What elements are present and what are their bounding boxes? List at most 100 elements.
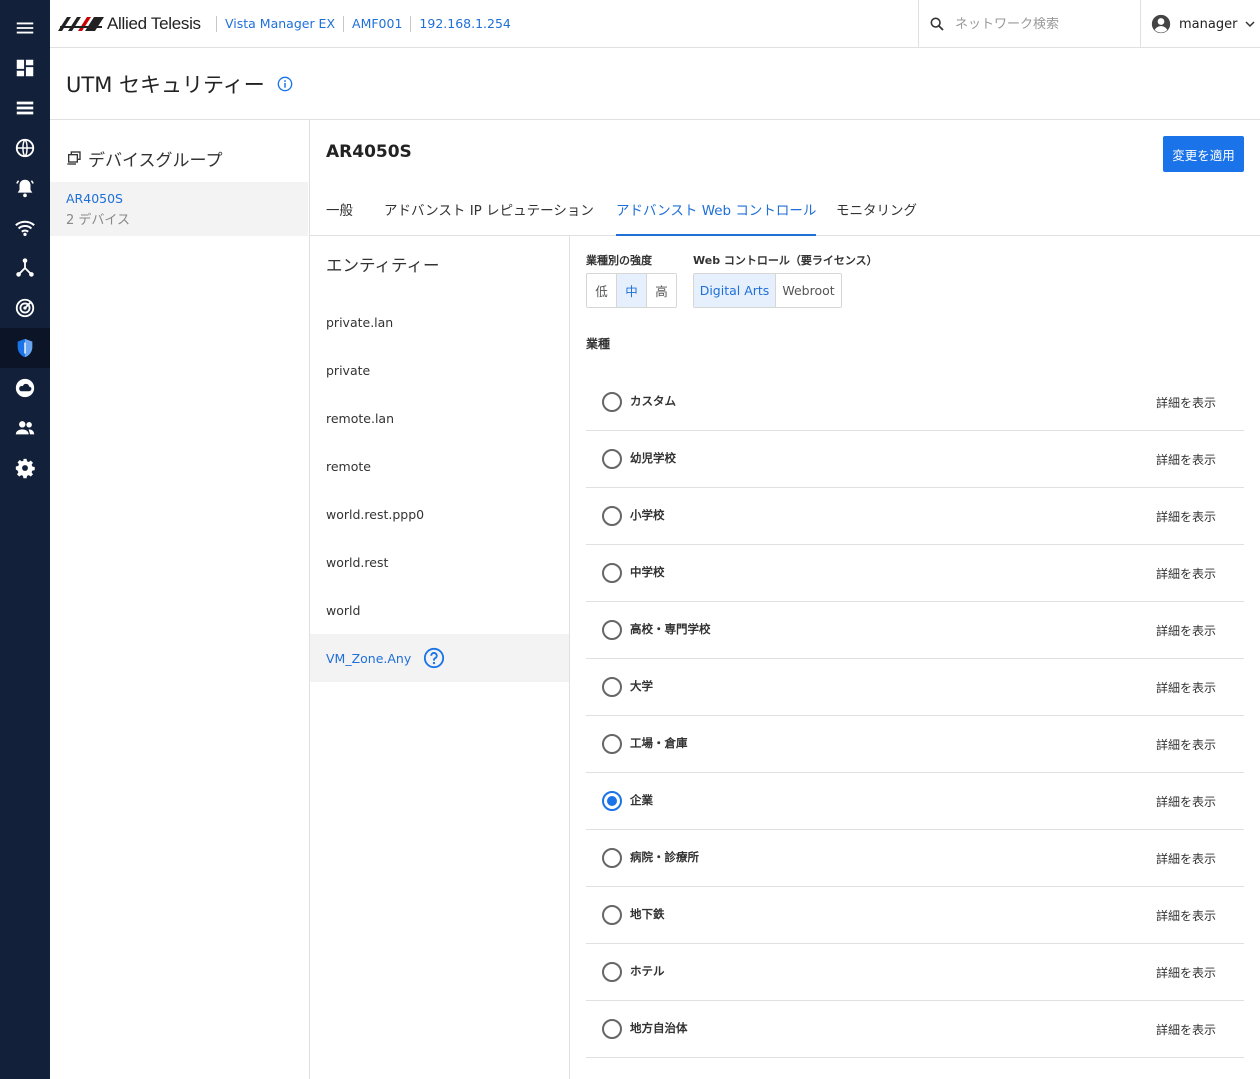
search-box — [918, 0, 1140, 48]
strength-low-button[interactable]: 低 — [587, 274, 617, 307]
industry-row[interactable]: 中学校 詳細を表示 — [586, 545, 1244, 602]
show-details-link[interactable]: 詳細を表示 — [1156, 451, 1216, 468]
apply-changes-button[interactable]: 変更を適用 — [1163, 136, 1244, 172]
radio-button[interactable] — [602, 734, 622, 754]
wifi-icon[interactable] — [0, 208, 50, 248]
users-icon[interactable] — [0, 408, 50, 448]
user-menu[interactable]: manager — [1140, 0, 1260, 48]
top-bar: Allied Telesis Vista Manager EX AMF001 1… — [50, 0, 1260, 48]
radio-button[interactable] — [602, 620, 622, 640]
breadcrumb-amf[interactable]: AMF001 — [343, 16, 410, 32]
breadcrumb-app[interactable]: Vista Manager EX — [216, 16, 343, 32]
info-icon[interactable] — [277, 76, 293, 92]
gear-icon[interactable] — [0, 448, 50, 488]
show-details-link[interactable]: 詳細を表示 — [1156, 679, 1216, 696]
strength-selector: 低 中 高 — [586, 273, 677, 308]
industry-row[interactable]: 小学校 詳細を表示 — [586, 488, 1244, 545]
show-details-link[interactable]: 詳細を表示 — [1156, 736, 1216, 753]
radio-button[interactable] — [602, 848, 622, 868]
industry-label-text: 大学 — [630, 679, 653, 693]
entity-item[interactable]: world.rest — [310, 538, 569, 586]
entity-item[interactable]: remote.lan — [310, 394, 569, 442]
show-details-link[interactable]: 詳細を表示 — [1156, 1021, 1216, 1038]
breadcrumb-ip[interactable]: 192.168.1.254 — [410, 16, 518, 32]
tab-ip-reputation[interactable]: アドバンスト IP レピュテーション — [384, 188, 594, 236]
webroot-button[interactable]: Webroot — [776, 274, 841, 307]
entity-item[interactable]: world.rest.ppp0 — [310, 490, 569, 538]
industry-row[interactable]: 工場・倉庫 詳細を表示 — [586, 716, 1244, 773]
search-input[interactable] — [955, 16, 1125, 32]
breadcrumb: Vista Manager EX AMF001 192.168.1.254 — [216, 0, 519, 48]
strength-label: 業種別の強度 — [586, 254, 652, 267]
radio-button[interactable] — [602, 1019, 622, 1039]
digital-arts-button[interactable]: Digital Arts — [694, 274, 776, 307]
industry-label-text: 中学校 — [630, 565, 665, 579]
radio-button[interactable] — [602, 392, 622, 412]
device-group-heading: デバイスグループ — [50, 120, 309, 180]
industry-list: カスタム 詳細を表示 幼児学校 詳細を表示 小学校 詳細を表示 中学校 詳細を表… — [586, 374, 1244, 1058]
radio-button[interactable] — [602, 449, 622, 469]
show-details-link[interactable]: 詳細を表示 — [1156, 622, 1216, 639]
industry-row[interactable]: 病院・診療所 詳細を表示 — [586, 830, 1244, 887]
industry-label-text: 工場・倉庫 — [630, 736, 688, 750]
globe-icon[interactable] — [0, 128, 50, 168]
industry-row[interactable]: 幼児学校 詳細を表示 — [586, 431, 1244, 488]
brand-logo[interactable]: Allied Telesis — [58, 14, 201, 34]
device-group-item[interactable]: AR4050S 2 デバイス — [50, 182, 308, 236]
industry-label-text: 小学校 — [630, 508, 665, 522]
radio-button-checked[interactable] — [602, 791, 622, 811]
help-icon[interactable] — [423, 647, 445, 669]
show-details-link[interactable]: 詳細を表示 — [1156, 565, 1216, 582]
cloud-icon[interactable] — [0, 368, 50, 408]
dashboard-icon[interactable] — [0, 48, 50, 88]
list-icon[interactable] — [0, 88, 50, 128]
user-name: manager — [1179, 16, 1238, 32]
industry-label: 業種 — [586, 337, 611, 351]
industry-row[interactable]: 高校・専門学校 詳細を表示 — [586, 602, 1244, 659]
industry-row[interactable]: 地方自治体 詳細を表示 — [586, 1001, 1244, 1058]
show-details-link[interactable]: 詳細を表示 — [1156, 964, 1216, 981]
web-control-label: Web コントロール（要ライセンス） — [693, 254, 878, 267]
industry-row-selected[interactable]: 企業 詳細を表示 — [586, 773, 1244, 830]
entity-item[interactable]: world — [310, 586, 569, 634]
industry-label-text: 地方自治体 — [630, 1021, 688, 1035]
industry-row[interactable]: 大学 詳細を表示 — [586, 659, 1244, 716]
industry-row[interactable]: ホテル 詳細を表示 — [586, 944, 1244, 1001]
device-title: AR4050S — [326, 142, 412, 162]
device-group-item-name: AR4050S — [66, 191, 123, 206]
show-details-link[interactable]: 詳細を表示 — [1156, 508, 1216, 525]
industry-row[interactable]: 地下鉄 詳細を表示 — [586, 887, 1244, 944]
industry-label-text: ホテル — [630, 964, 665, 978]
entity-item-selected[interactable]: VM_Zone.Any — [310, 634, 569, 682]
strength-high-button[interactable]: 高 — [647, 274, 676, 307]
shield-icon[interactable] — [0, 328, 50, 368]
tab-monitoring[interactable]: モニタリング — [836, 188, 917, 236]
topology-icon[interactable] — [0, 248, 50, 288]
alarm-icon[interactable] — [0, 168, 50, 208]
show-details-link[interactable]: 詳細を表示 — [1156, 394, 1216, 411]
tab-general[interactable]: 一般 — [326, 188, 353, 236]
radio-button[interactable] — [602, 563, 622, 583]
page-header: UTM セキュリティー — [50, 48, 1260, 120]
radio-button[interactable] — [602, 677, 622, 697]
radar-icon[interactable] — [0, 288, 50, 328]
radio-button[interactable] — [602, 506, 622, 526]
show-details-link[interactable]: 詳細を表示 — [1156, 850, 1216, 867]
device-group-title: デバイスグループ — [88, 150, 223, 171]
industry-row[interactable]: カスタム 詳細を表示 — [586, 374, 1244, 431]
entity-item[interactable]: private — [310, 346, 569, 394]
radio-button[interactable] — [602, 962, 622, 982]
web-control-selector: Digital Arts Webroot — [693, 273, 842, 308]
entity-item[interactable]: remote — [310, 442, 569, 490]
strength-medium-button[interactable]: 中 — [617, 274, 647, 307]
industry-label-text: 幼児学校 — [630, 451, 676, 465]
show-details-link[interactable]: 詳細を表示 — [1156, 793, 1216, 810]
menu-icon[interactable] — [0, 8, 50, 48]
show-details-link[interactable]: 詳細を表示 — [1156, 907, 1216, 924]
chevron-down-icon — [1245, 21, 1255, 28]
industry-label-text: カスタム — [630, 394, 676, 408]
radio-button[interactable] — [602, 905, 622, 925]
entity-panel: エンティティー private.lan private remote.lan r… — [310, 236, 570, 1079]
tab-web-control[interactable]: アドバンスト Web コントロール — [616, 188, 817, 236]
entity-item[interactable]: private.lan — [310, 298, 569, 346]
